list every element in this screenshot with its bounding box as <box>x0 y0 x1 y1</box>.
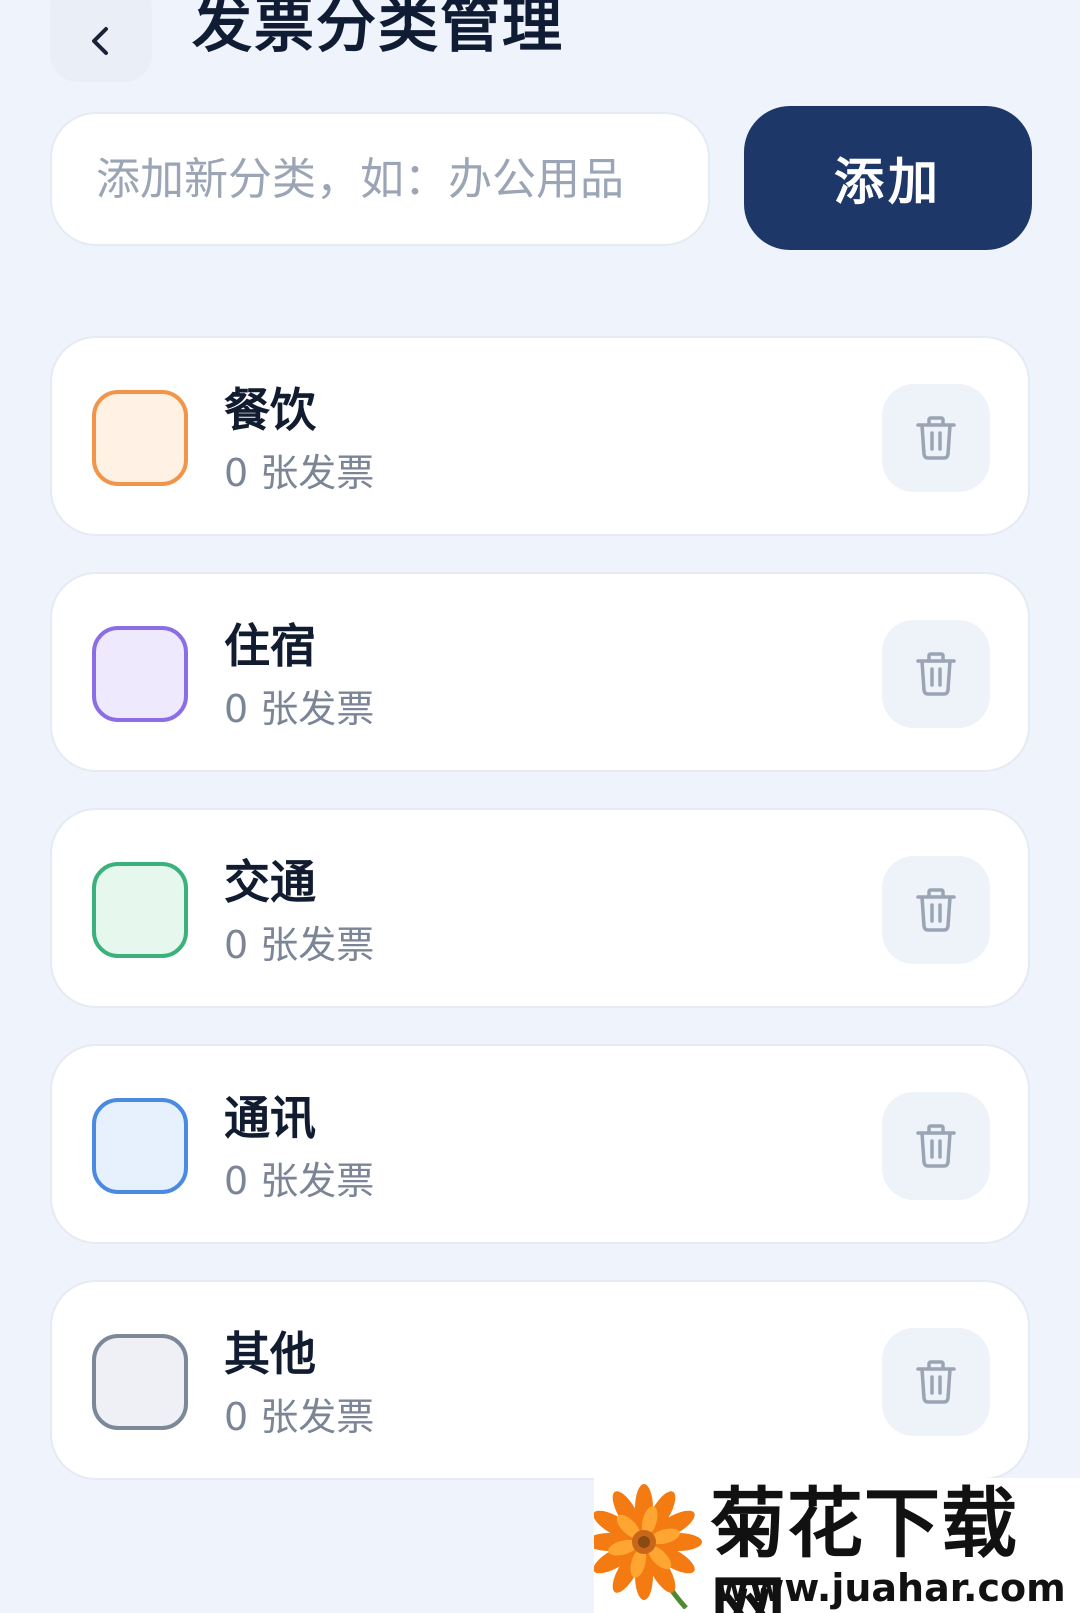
category-card[interactable]: 住宿 0 张发票 <box>50 572 1030 772</box>
category-name: 通讯 <box>224 1091 316 1145</box>
watermark: 菊花下载网 www.juahar.com <box>594 1478 1080 1613</box>
category-card[interactable]: 交通 0 张发票 <box>50 808 1030 1008</box>
trash-icon <box>916 888 956 932</box>
category-color-swatch <box>92 1098 188 1194</box>
flower-logo-icon <box>594 1484 702 1609</box>
trash-icon <box>916 416 956 460</box>
category-name: 其他 <box>224 1327 316 1381</box>
trash-icon <box>916 1360 956 1404</box>
category-name: 餐饮 <box>224 383 316 437</box>
delete-category-button[interactable] <box>882 856 990 964</box>
category-color-swatch <box>92 1334 188 1430</box>
category-invoice-count: 0 张发票 <box>224 923 375 967</box>
delete-category-button[interactable] <box>882 384 990 492</box>
category-color-swatch <box>92 390 188 486</box>
category-management-page: 发票分类管理 添加 餐饮 0 张发票 住宿 0 张发票 交通 <box>0 0 1080 1613</box>
delete-category-button[interactable] <box>882 1092 990 1200</box>
delete-category-button[interactable] <box>882 620 990 728</box>
back-button[interactable] <box>50 0 152 82</box>
trash-icon <box>916 652 956 696</box>
chevron-left-icon <box>92 27 108 55</box>
category-card[interactable]: 餐饮 0 张发票 <box>50 336 1030 536</box>
add-category-button[interactable]: 添加 <box>744 106 1032 250</box>
page-title: 发票分类管理 <box>192 0 564 61</box>
category-invoice-count: 0 张发票 <box>224 687 375 731</box>
category-name: 交通 <box>224 855 316 909</box>
delete-category-button[interactable] <box>882 1328 990 1436</box>
watermark-url: www.juahar.com <box>714 1566 1066 1610</box>
category-invoice-count: 0 张发票 <box>224 1159 375 1203</box>
category-color-swatch <box>92 862 188 958</box>
category-card[interactable]: 其他 0 张发票 <box>50 1280 1030 1480</box>
category-name: 住宿 <box>224 619 316 673</box>
new-category-input[interactable] <box>50 112 710 246</box>
category-card[interactable]: 通讯 0 张发票 <box>50 1044 1030 1244</box>
trash-icon <box>916 1124 956 1168</box>
category-invoice-count: 0 张发票 <box>224 451 375 495</box>
category-invoice-count: 0 张发票 <box>224 1395 375 1439</box>
category-color-swatch <box>92 626 188 722</box>
